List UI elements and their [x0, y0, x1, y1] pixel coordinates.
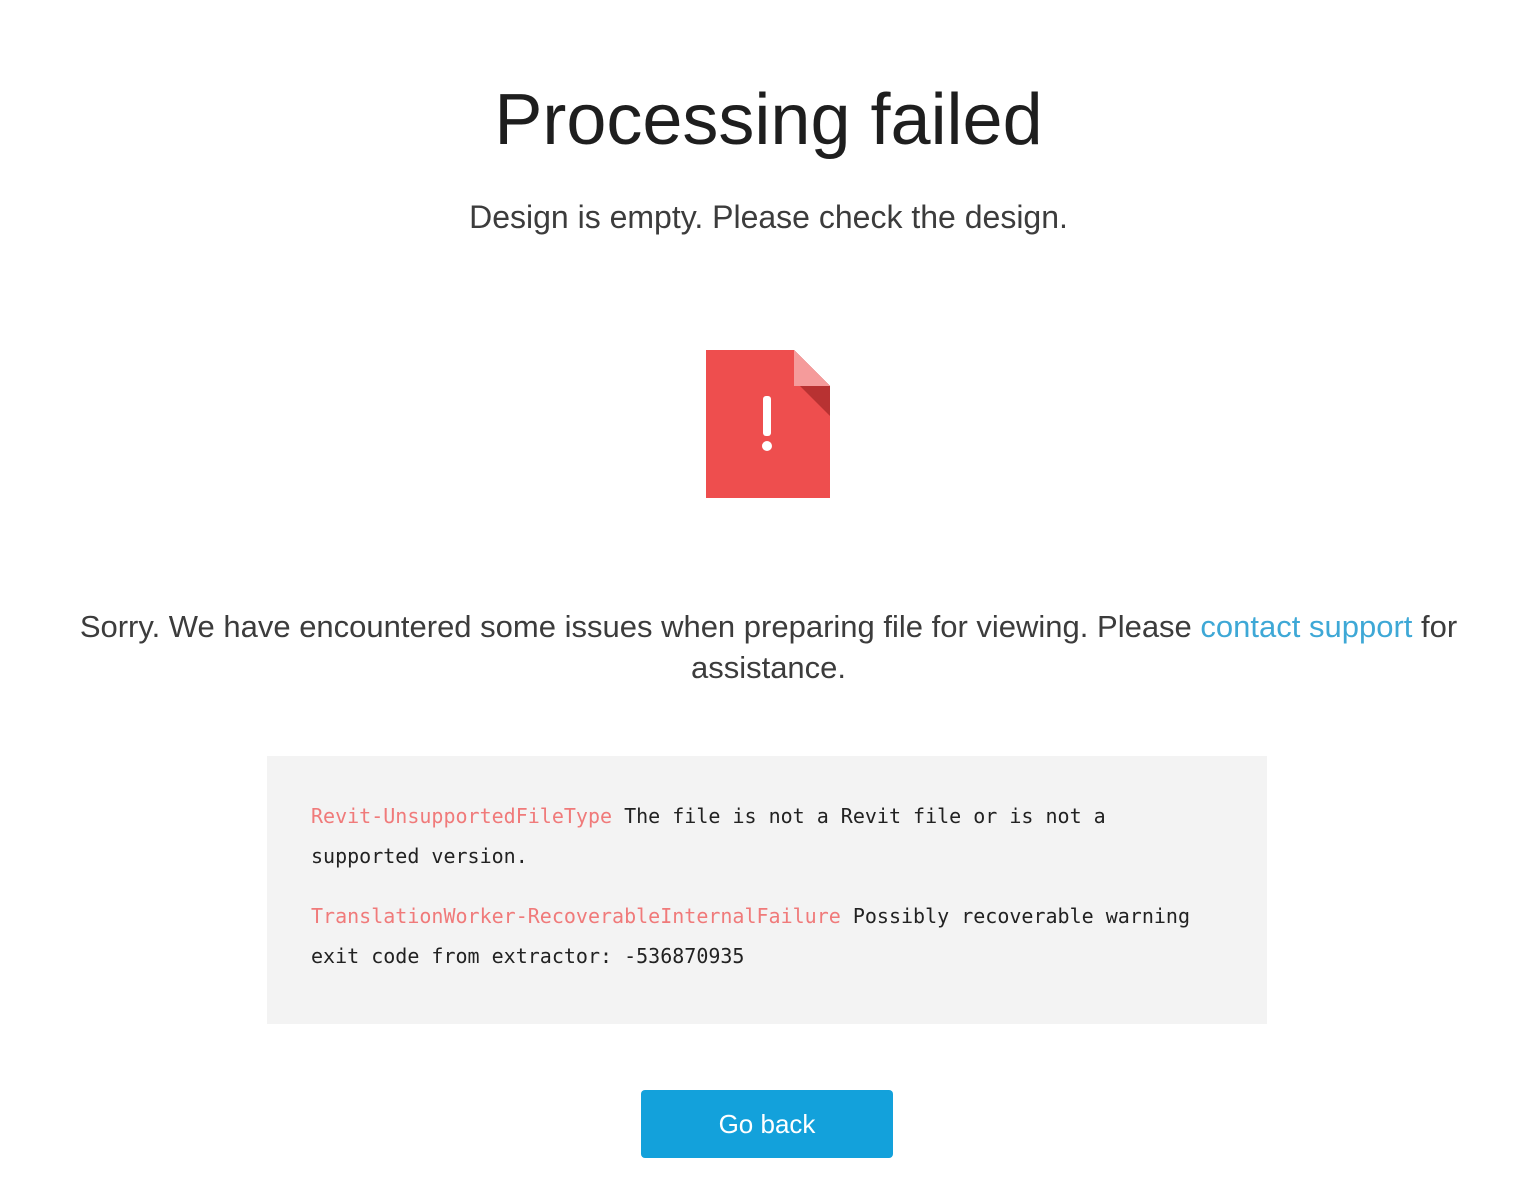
file-error-icon: [706, 350, 830, 498]
error-message-text: Sorry. We have encountered some issues w…: [79, 609, 1201, 644]
page-subtitle: Design is empty. Please check the design…: [469, 199, 1068, 235]
error-code: TranslationWorker-RecoverableInternalFai…: [311, 904, 841, 928]
error-message: Sorry. We have encountered some issues w…: [0, 606, 1537, 688]
processing-failed-page: Processing failed Design is empty. Pleas…: [0, 0, 1537, 1187]
error-entry: Revit-UnsupportedFileType The file is no…: [311, 796, 1211, 876]
error-entry: TranslationWorker-RecoverableInternalFai…: [311, 896, 1211, 976]
contact-support-link[interactable]: contact support: [1200, 609, 1412, 644]
go-back-button[interactable]: Go back: [641, 1090, 893, 1158]
error-details-box: Revit-UnsupportedFileType The file is no…: [267, 756, 1267, 1024]
error-code: Revit-UnsupportedFileType: [311, 804, 613, 828]
page-title: Processing failed: [494, 80, 1043, 160]
